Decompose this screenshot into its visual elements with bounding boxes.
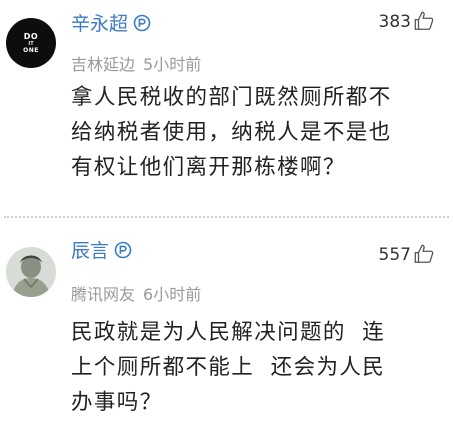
like-count: 383 [378,12,411,32]
comment-meta: 腾讯网友 6小时前 [71,281,201,305]
thumbs-up-icon [414,11,434,30]
like-button[interactable]: 557 [379,243,435,265]
avatar-photo [6,247,56,297]
verified-badge-icon [114,241,132,259]
comment-text: 拿人民税收的部门既然厕所都不 给纳税者使用，纳税人是不是也 有权让他们离开那栋楼… [71,85,392,180]
comment-feed: DO IT ONE 辛永超 383 吉林延边 5小时前 拿人民税收的部门既然厕所都… [0,0,453,439]
comment-text: 民政就是为人民解决问题的 连 上个厕所都不能上 还会为人民 办事吗？ [71,320,386,415]
like-button[interactable]: 383 [379,10,435,32]
user-location: 吉林延边 [71,55,136,74]
avatar-logo: DO IT ONE [6,18,56,68]
thumbs-up-icon [414,244,434,263]
comment-time: 5小时前 [143,55,202,74]
comment-item: DO IT ONE 辛永超 383 吉林延边 5小时前 拿人民税收的部门既然厕所都… [0,0,453,214]
avatar[interactable]: DO IT ONE [6,18,56,68]
comment-item: 辰言 557 腾讯网友 6小时前 民政就是为人民解决问题的 连 上个厕所都不能上 … [0,222,453,439]
username[interactable]: 辛永超 [71,9,151,36]
comment-divider [4,216,449,218]
verified-badge-icon [133,14,151,32]
username-text[interactable]: 辛永超 [71,13,128,35]
comment-meta: 吉林延边 5小时前 [71,51,201,75]
avatar[interactable] [6,247,56,297]
avatar-mark-line: ONE [23,46,39,54]
avatar-mark-line: IT [28,40,34,47]
like-count: 557 [378,245,411,265]
comment-time: 6小时前 [143,285,202,304]
user-location: 腾讯网友 [71,285,136,304]
username[interactable]: 辰言 [71,236,132,263]
avatar-mark-line: DO [23,31,39,41]
username-text[interactable]: 辰言 [71,240,109,262]
